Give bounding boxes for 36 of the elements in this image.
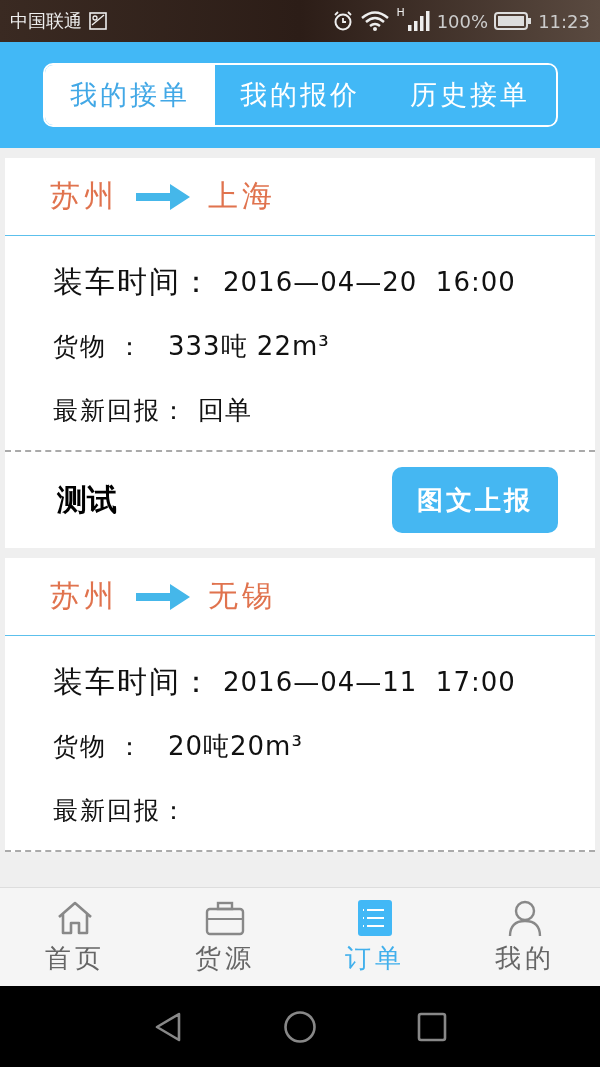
origin-city: 苏州 [50, 177, 118, 215]
battery-percent: 100% [436, 10, 489, 32]
clock-time: 11:23 [538, 10, 590, 32]
image-icon [88, 11, 108, 31]
origin-city: 苏州 [50, 577, 118, 615]
recents-button[interactable] [417, 1011, 447, 1042]
cargo-label: 货物 ： [53, 730, 144, 763]
wifi-icon [360, 10, 391, 32]
back-button[interactable] [153, 1010, 183, 1043]
home-button[interactable] [283, 1009, 317, 1044]
load-time-value: 2016—04—20 16:00 [223, 267, 516, 297]
load-time-value: 2016—04—11 17:00 [223, 667, 516, 697]
list-icon [355, 898, 395, 937]
nav-tab[interactable]: 首页 [0, 888, 150, 986]
network-type: H [396, 6, 405, 19]
arrow-icon [134, 581, 192, 612]
destination-city: 无锡 [208, 577, 276, 615]
report-button[interactable]: 图文上报 [392, 467, 558, 533]
latest-report-label: 最新回报： [53, 794, 188, 827]
signal-icon [406, 10, 431, 32]
cargo-label: 货物 ： [53, 330, 144, 363]
nav-tab[interactable]: 货源 [150, 888, 300, 986]
carrier-name: 中国联通 [10, 9, 82, 33]
load-time-label: 装车时间： [53, 662, 213, 701]
latest-report-label: 最新回报： [53, 394, 188, 427]
order-name: 测试 [57, 480, 117, 519]
cargo-value: 333吨 22m³ [167, 329, 330, 363]
cargo-value: 20吨20m³ [167, 729, 303, 763]
nav-tab[interactable]: 我的 [450, 888, 600, 986]
nav-tab[interactable]: 订单 [300, 888, 450, 986]
load-time-label: 装车时间： [53, 262, 213, 301]
arrow-icon [134, 181, 192, 212]
destination-city: 上海 [208, 177, 276, 215]
latest-report-value: 回单 [198, 393, 252, 427]
tab[interactable]: 我的接单 [44, 65, 215, 125]
battery-icon [494, 11, 533, 31]
